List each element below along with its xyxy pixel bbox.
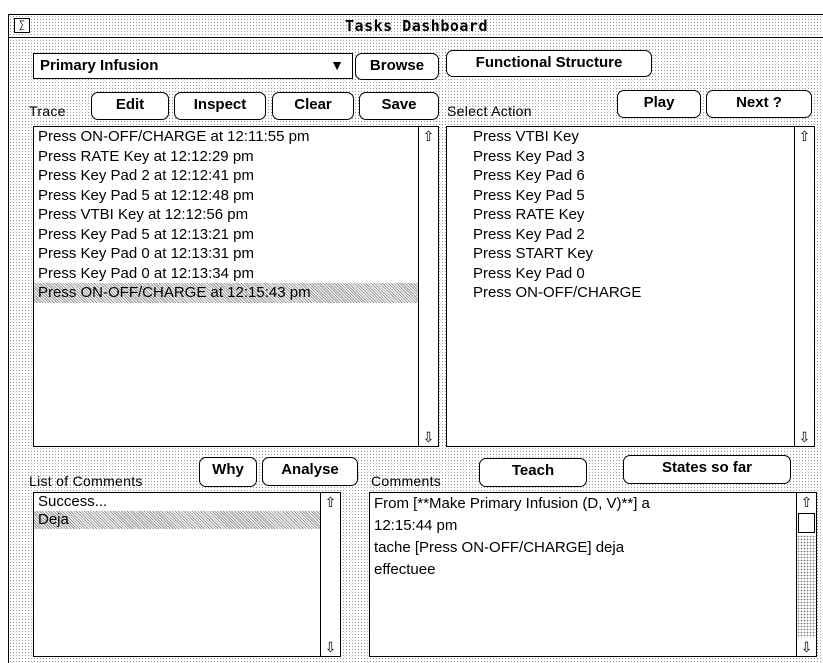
action-list-item[interactable]: Press Key Pad 5 xyxy=(447,186,794,206)
teach-button[interactable]: Teach xyxy=(479,458,587,487)
trace-label: Trace xyxy=(29,103,66,119)
comment-list-item[interactable]: Success... xyxy=(34,493,320,511)
comments-text-panel[interactable]: From [**Make Primary Infusion (D, V)**] … xyxy=(369,492,817,657)
action-list-item[interactable]: Press START Key xyxy=(447,244,794,264)
next-button[interactable]: Next ? xyxy=(706,90,812,118)
comments-list-scrollbar[interactable]: ⇧ ⇩ xyxy=(320,493,340,656)
comment-list-item[interactable]: Deja xyxy=(34,511,320,529)
trace-list-item[interactable]: Press ON-OFF/CHARGE at 12:15:43 pm xyxy=(34,283,418,303)
play-button[interactable]: Play xyxy=(617,90,701,118)
trace-list-item[interactable]: Press Key Pad 2 at 12:12:41 pm xyxy=(34,166,418,186)
trace-list-item[interactable]: Press Key Pad 0 at 12:13:34 pm xyxy=(34,264,418,284)
chevron-down-icon: ▼ xyxy=(330,57,344,73)
trace-scrollbar[interactable]: ⇧ ⇩ xyxy=(418,127,438,446)
tasks-dashboard-window: ∑ Tasks Dashboard Primary Infusion ▼ Bro… xyxy=(8,14,823,663)
trace-list-item[interactable]: Press VTBI Key at 12:12:56 pm xyxy=(34,205,418,225)
scroll-thumb[interactable] xyxy=(798,513,815,533)
scroll-track[interactable] xyxy=(797,535,816,638)
comment-line: From [**Make Primary Infusion (D, V)**] … xyxy=(374,495,650,512)
action-list-item[interactable]: Press ON-OFF/CHARGE xyxy=(447,283,794,303)
scroll-down-icon[interactable]: ⇩ xyxy=(795,429,814,445)
scroll-up-icon[interactable]: ⇧ xyxy=(797,494,816,510)
list-of-comments-label: List of Comments xyxy=(29,473,143,489)
clear-button[interactable]: Clear xyxy=(272,92,354,120)
why-button[interactable]: Why xyxy=(199,457,257,487)
scroll-down-icon[interactable]: ⇩ xyxy=(419,429,438,445)
analyse-button[interactable]: Analyse xyxy=(262,457,358,486)
comments-list-items: Success... Deja xyxy=(34,493,320,656)
comments-list[interactable]: Success... Deja ⇧ ⇩ xyxy=(33,492,341,657)
scroll-up-icon[interactable]: ⇧ xyxy=(795,128,814,144)
action-list-item[interactable]: Press Key Pad 0 xyxy=(447,264,794,284)
action-list-item[interactable]: Press Key Pad 6 xyxy=(447,166,794,186)
scroll-up-icon[interactable]: ⇧ xyxy=(419,128,438,144)
window-title: Tasks Dashboard xyxy=(345,17,488,35)
select-action-label: Select Action xyxy=(447,103,532,119)
functional-structure-button[interactable]: Functional Structure xyxy=(446,50,652,77)
action-list-item[interactable]: Press Key Pad 3 xyxy=(447,147,794,167)
action-list-item[interactable]: Press VTBI Key xyxy=(447,127,794,147)
trace-list-item[interactable]: Press Key Pad 0 at 12:13:31 pm xyxy=(34,244,418,264)
scroll-up-icon[interactable]: ⇧ xyxy=(321,494,340,510)
title-bar[interactable]: ∑ Tasks Dashboard xyxy=(9,15,823,38)
edit-button[interactable]: Edit xyxy=(91,92,169,120)
trace-list-item[interactable]: Press Key Pad 5 at 12:13:21 pm xyxy=(34,225,418,245)
comment-line: tache [Press ON-OFF/CHARGE] deja xyxy=(374,539,625,556)
trace-list-item[interactable]: Press Key Pad 5 at 12:12:48 pm xyxy=(34,186,418,206)
action-list-item[interactable]: Press Key Pad 2 xyxy=(447,225,794,245)
comment-line: 12:15:44 pm xyxy=(374,517,458,534)
trace-list-items: Press ON-OFF/CHARGE at 12:11:55 pm Press … xyxy=(34,127,418,446)
inspect-button[interactable]: Inspect xyxy=(174,92,266,120)
action-scrollbar[interactable]: ⇧ ⇩ xyxy=(794,127,814,446)
task-dropdown[interactable]: Primary Infusion ▼ xyxy=(33,53,353,79)
save-button[interactable]: Save xyxy=(359,92,439,120)
comments-label: Comments xyxy=(371,473,442,489)
trace-list[interactable]: Press ON-OFF/CHARGE at 12:11:55 pm Press … xyxy=(33,126,439,447)
trace-list-item[interactable]: Press ON-OFF/CHARGE at 12:11:55 pm xyxy=(34,127,418,147)
states-so-far-button[interactable]: States so far xyxy=(623,455,791,484)
scroll-down-icon[interactable]: ⇩ xyxy=(321,639,340,655)
comment-line: effectuee xyxy=(374,561,436,578)
task-dropdown-value: Primary Infusion xyxy=(40,57,159,74)
action-list[interactable]: Press VTBI Key Press Key Pad 3 Press Key P… xyxy=(446,126,815,447)
trace-list-item[interactable]: Press RATE Key at 12:12:29 pm xyxy=(34,147,418,167)
action-list-items: Press VTBI Key Press Key Pad 3 Press Key P… xyxy=(447,127,794,446)
browse-button[interactable]: Browse xyxy=(355,53,439,80)
scroll-down-icon[interactable]: ⇩ xyxy=(797,639,816,655)
action-list-item[interactable]: Press RATE Key xyxy=(447,205,794,225)
comments-scrollbar[interactable]: ⇧ ⇩ xyxy=(796,493,816,656)
comments-text: From [**Make Primary Infusion (D, V)**] … xyxy=(374,493,792,581)
